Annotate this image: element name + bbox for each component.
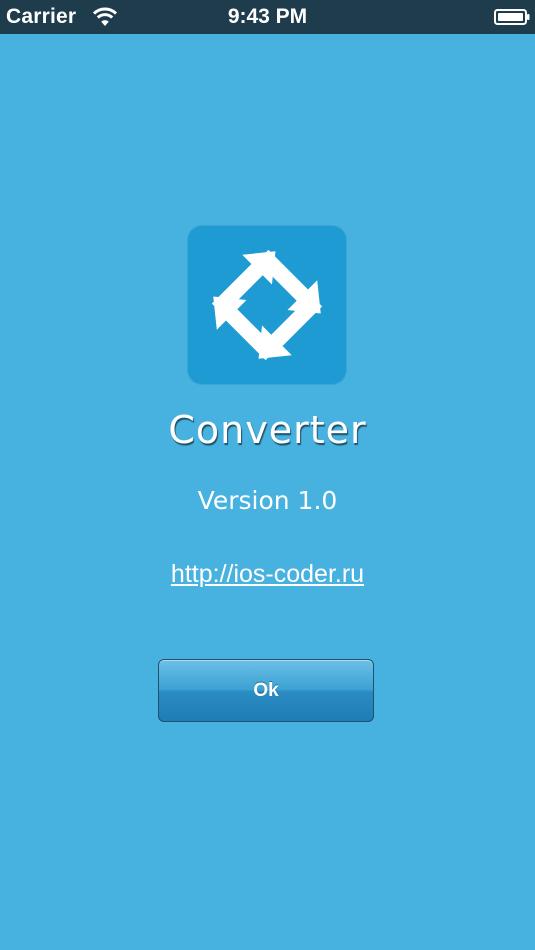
app-icon [188, 226, 346, 384]
battery-full-icon [494, 9, 530, 25]
ok-button-label: Ok [253, 679, 279, 701]
clock: 9:43 PM [227, 5, 308, 28]
status-bar: Carrier 9:43 PM [0, 0, 535, 34]
version-label: Version 1.0 [197, 486, 338, 515]
app-name: Converter [168, 408, 367, 452]
website-link-row: http://ios-coder.ru [0, 560, 535, 589]
website-link[interactable]: http://ios-coder.ru [171, 560, 364, 588]
converter-arrows-icon [211, 249, 323, 361]
ok-button[interactable]: Ok [158, 659, 374, 722]
